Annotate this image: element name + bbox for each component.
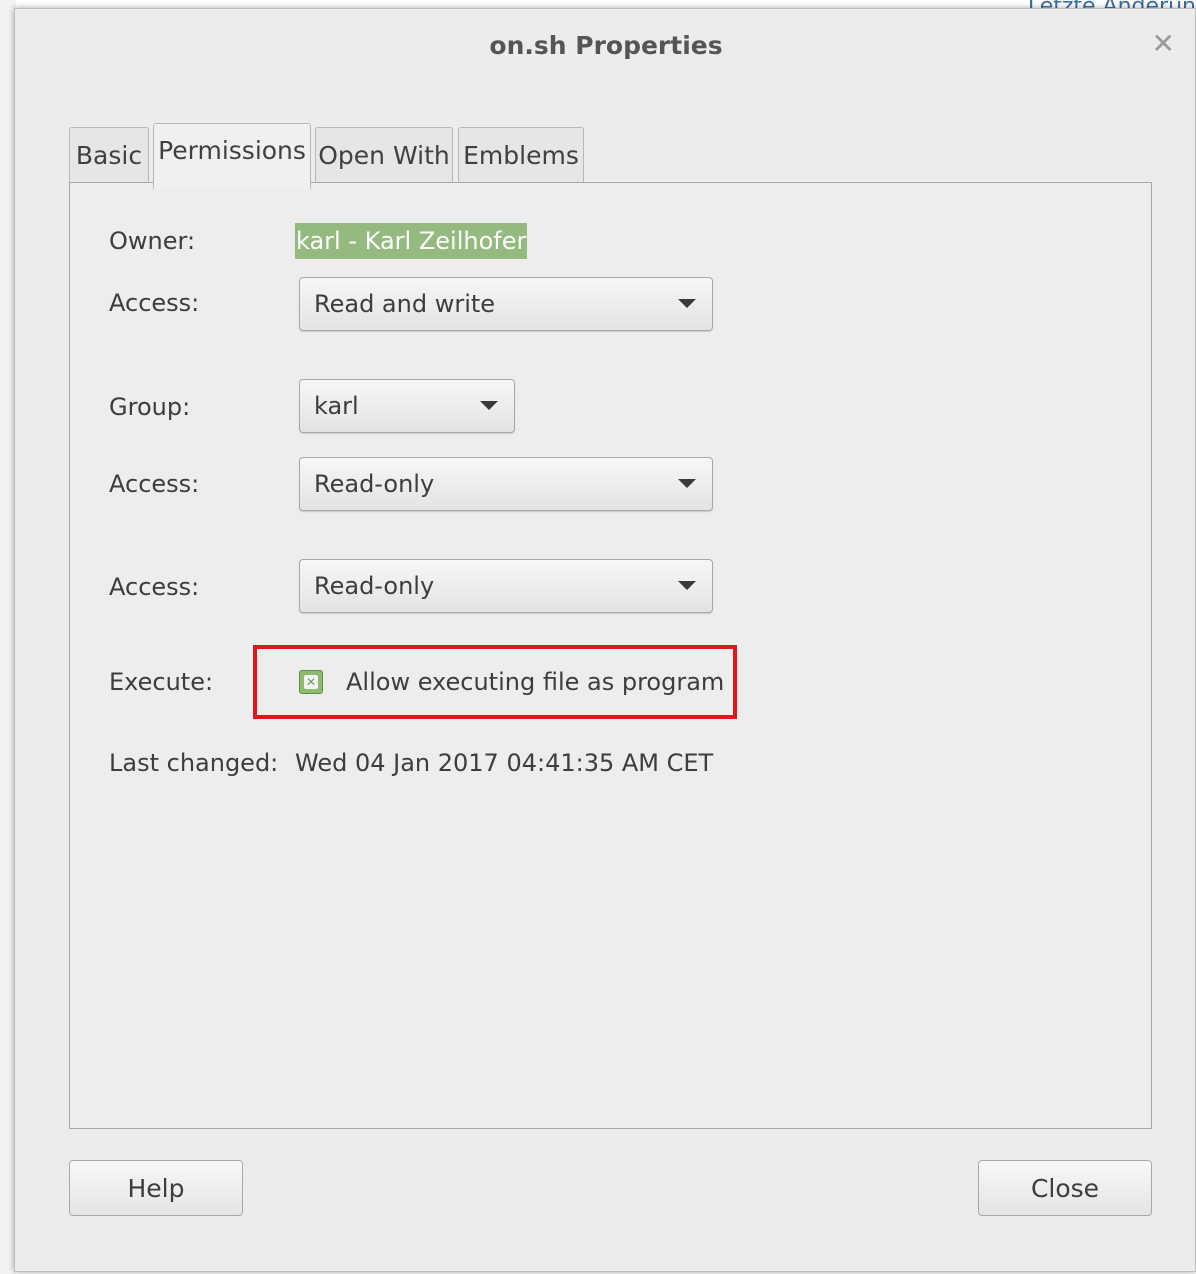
owner-label: Owner:	[109, 227, 196, 255]
tab-basic-label: Basic	[75, 141, 143, 170]
group-access-value: Read-only	[314, 470, 435, 498]
owner-access-dropdown[interactable]: Read and write	[299, 277, 713, 331]
properties-dialog: on.sh Properties ✕ Basic Permissions Ope…	[14, 8, 1196, 1272]
owner-access-label: Access:	[109, 289, 200, 317]
chevron-down-icon	[678, 299, 696, 308]
chevron-down-icon	[480, 401, 498, 410]
tab-emblems-label: Emblems	[463, 141, 579, 170]
tab-open-with-label: Open With	[318, 141, 450, 170]
owner-access-value: Read and write	[314, 290, 496, 318]
last-changed-label: Last changed:	[109, 749, 279, 777]
others-access-value: Read-only	[314, 572, 435, 600]
close-button-label: Close	[1030, 1173, 1100, 1203]
group-value: karl	[314, 392, 359, 420]
close-button[interactable]: Close	[978, 1160, 1152, 1216]
execute-checkbox-label[interactable]: Allow executing file as program	[346, 668, 724, 696]
tab-open-with[interactable]: Open With	[315, 127, 453, 183]
chevron-down-icon	[678, 479, 696, 488]
chevron-down-icon	[678, 581, 696, 590]
close-icon[interactable]: ✕	[1152, 27, 1175, 60]
help-button-label: Help	[127, 1173, 185, 1203]
help-button[interactable]: Help	[69, 1160, 243, 1216]
execute-checkbox[interactable]: ✕	[299, 670, 323, 694]
tab-basic[interactable]: Basic	[69, 127, 149, 183]
others-access-dropdown[interactable]: Read-only	[299, 559, 713, 613]
dialog-title: on.sh Properties	[489, 31, 723, 60]
others-access-label: Access:	[109, 573, 200, 601]
tab-permissions-label: Permissions	[158, 136, 306, 165]
tab-permissions[interactable]: Permissions	[153, 123, 311, 189]
checkbox-checked-icon: ✕	[304, 675, 318, 689]
group-access-dropdown[interactable]: Read-only	[299, 457, 713, 511]
last-changed-value: Wed 04 Jan 2017 04:41:35 AM CET	[295, 749, 714, 777]
execute-label: Execute:	[109, 668, 214, 696]
tab-emblems[interactable]: Emblems	[458, 127, 584, 183]
group-access-label: Access:	[109, 470, 200, 498]
owner-value[interactable]: karl - Karl Zeilhofer	[295, 223, 528, 259]
group-label: Group:	[109, 393, 191, 421]
group-dropdown[interactable]: karl	[299, 379, 515, 433]
